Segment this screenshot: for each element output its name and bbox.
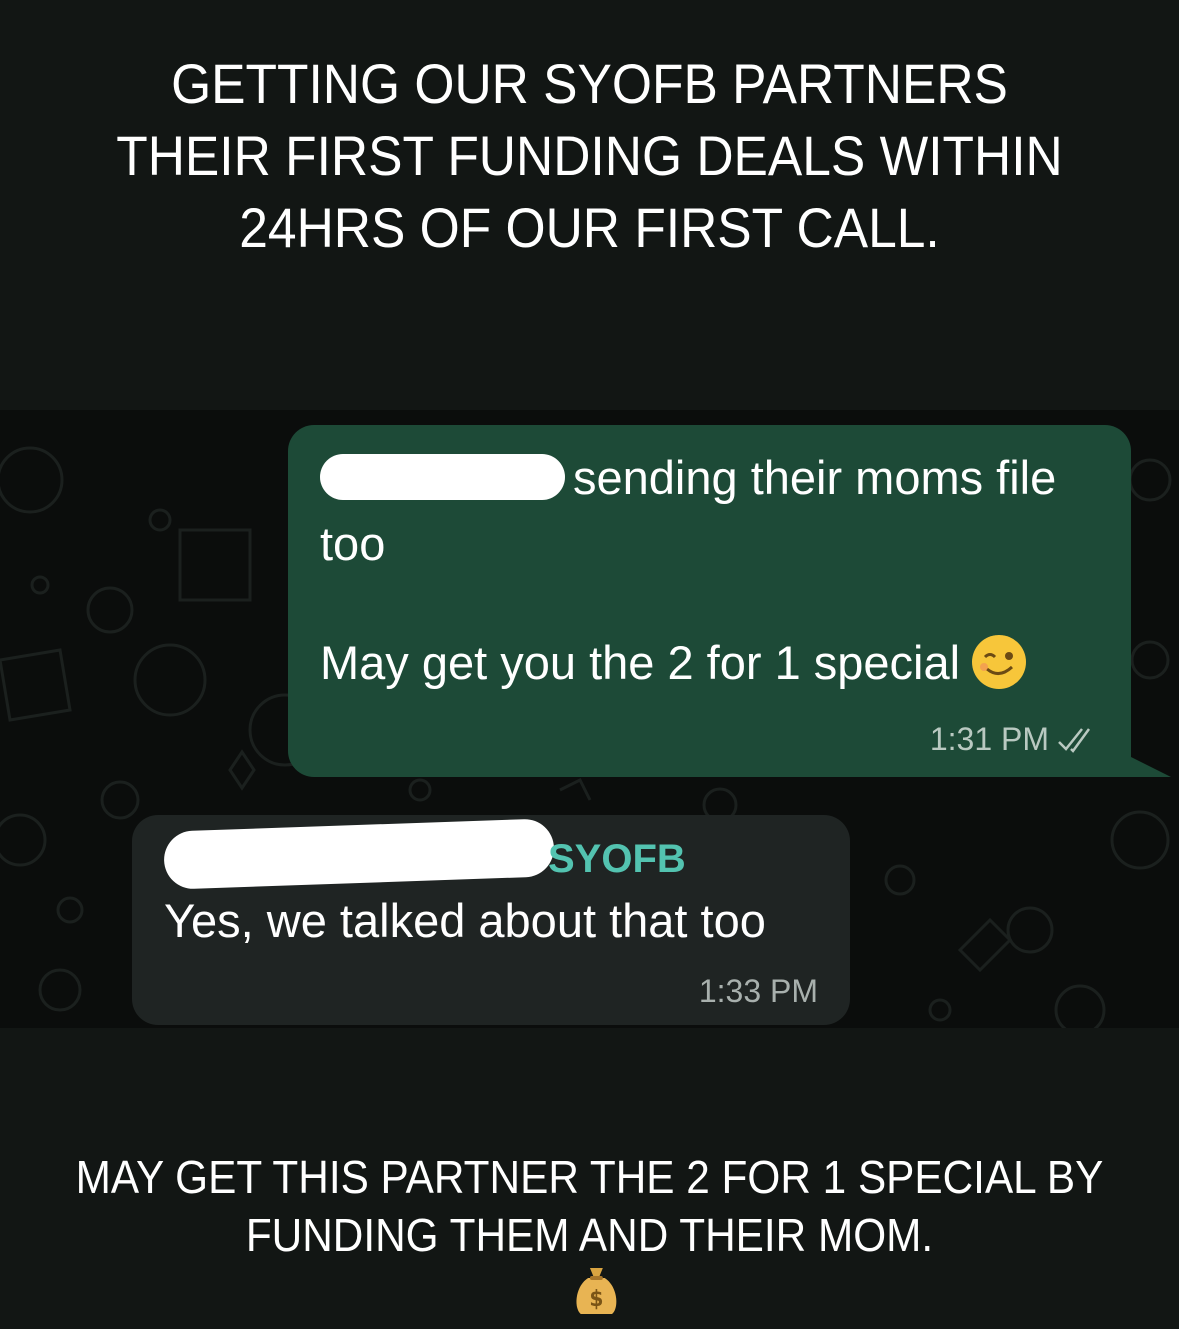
incoming-message-time: 1:33 PM bbox=[698, 973, 818, 1009]
redacted-sender-name bbox=[163, 818, 555, 890]
money-bag-icon: $ bbox=[60, 1264, 1132, 1329]
incoming-message-bubble[interactable]: SYOFB Yes, we talked about that too 1:33… bbox=[132, 815, 850, 1025]
caption-line-2: FUNDING THEM AND THEIR MOM. $ bbox=[47, 1206, 1132, 1329]
headline-line-1: GETTING OUR SYOFB PARTNERS bbox=[171, 52, 1008, 115]
winking-face-icon bbox=[972, 635, 1027, 689]
outgoing-time-text: 1:31 PM bbox=[929, 721, 1049, 757]
incoming-message-text: Yes, we talked about that too bbox=[164, 894, 766, 947]
caption-line-2-text: FUNDING THEM AND THEIR MOM. bbox=[245, 1209, 934, 1261]
outgoing-message-text-2: May get you the 2 for 1 special bbox=[320, 636, 961, 689]
chat-screenshot: sending their moms file too May get you … bbox=[0, 410, 1179, 1028]
caption: MAY GET THIS PARTNER THE 2 FOR 1 SPECIAL… bbox=[47, 1148, 1132, 1329]
read-receipt-icon bbox=[1057, 725, 1101, 762]
redacted-name bbox=[320, 454, 565, 500]
incoming-sender-name: SYOFB bbox=[548, 837, 686, 881]
outgoing-message-line-2: May get you the 2 for 1 special bbox=[320, 635, 1027, 690]
headline-line-2: THEIR FIRST FUNDING DEALS WITHIN bbox=[116, 124, 1063, 187]
outgoing-message-bubble[interactable]: sending their moms file too May get you … bbox=[288, 425, 1131, 777]
caption-line-1: MAY GET THIS PARTNER THE 2 FOR 1 SPECIAL… bbox=[75, 1151, 1104, 1203]
headline: GETTING OUR SYOFB PARTNERS THEIR FIRST F… bbox=[47, 48, 1132, 264]
outgoing-message-time: 1:31 PM bbox=[930, 721, 1101, 762]
svg-text:$: $ bbox=[589, 1285, 603, 1311]
outgoing-message-line-1: sending their moms file too bbox=[320, 445, 1110, 577]
headline-line-3: 24HRS OF OUR FIRST CALL. bbox=[239, 196, 940, 259]
